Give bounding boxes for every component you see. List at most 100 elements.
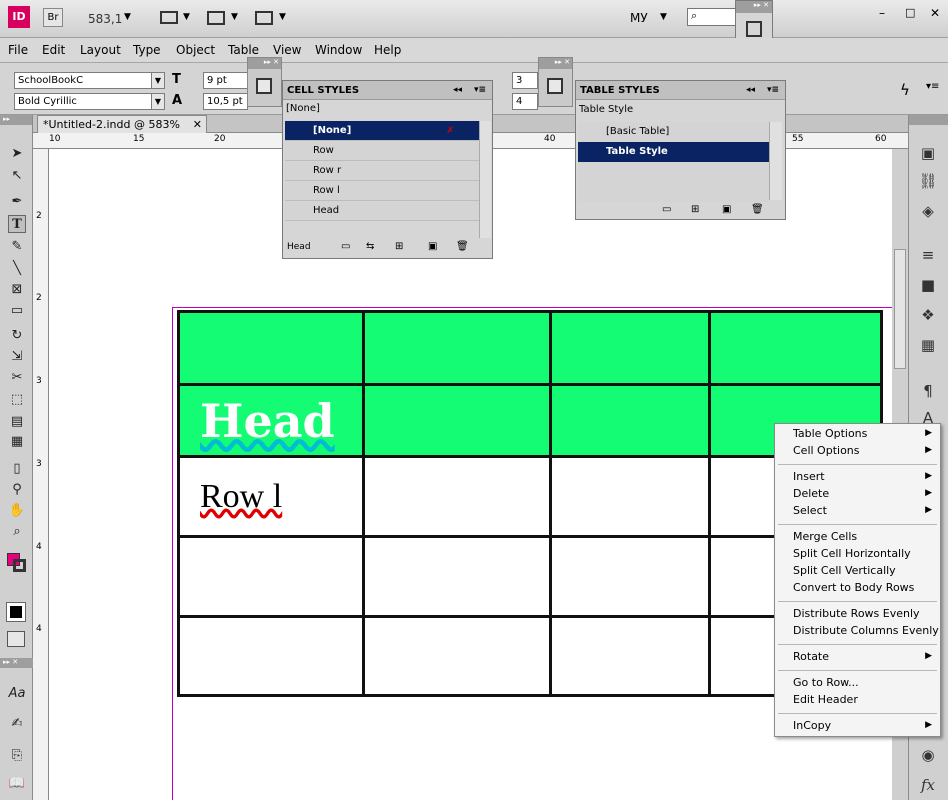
cell-style-item[interactable]: Row r xyxy=(285,161,479,181)
table-cell[interactable] xyxy=(549,310,711,386)
control-panel-menu-icon[interactable]: ▾≡ xyxy=(926,81,939,92)
font-style-dropdown-icon[interactable]: ▼ xyxy=(151,93,165,110)
table-cell[interactable] xyxy=(362,615,552,697)
table-cell[interactable] xyxy=(549,383,711,458)
scale-tool-icon[interactable]: ⇲ xyxy=(8,348,26,366)
menu-help[interactable]: Help xyxy=(374,43,401,57)
menu-item-convert-body-rows[interactable]: Convert to Body Rows xyxy=(775,579,940,596)
menu-item-select[interactable]: Select ▶ xyxy=(775,502,940,519)
menu-window[interactable]: Window xyxy=(315,43,362,57)
zoom-level[interactable]: 583,1 xyxy=(88,12,122,26)
menu-item-cell-options[interactable]: Cell Options ▶ xyxy=(775,442,940,459)
library-icon[interactable]: ⎘ xyxy=(8,747,26,765)
cell-styles-scrollbar[interactable] xyxy=(479,121,491,238)
table-styles-menu-icon[interactable]: ▾≡ xyxy=(767,81,779,100)
menu-object[interactable]: Object xyxy=(176,43,215,57)
table-columns-field[interactable]: 4 xyxy=(512,93,538,110)
table-cell[interactable] xyxy=(177,535,365,618)
delete-style-icon[interactable]: 🗑 xyxy=(751,204,764,215)
table-header-cell[interactable]: Head xyxy=(177,383,365,458)
quick-apply-icon[interactable]: ϟ xyxy=(900,81,910,99)
hand-tool-icon[interactable]: ✋ xyxy=(8,502,26,520)
clear-overrides-icon[interactable]: ⊞ xyxy=(691,204,699,215)
effects-icon[interactable]: ◉ xyxy=(918,745,938,765)
function-icon[interactable]: fx xyxy=(918,775,938,795)
table-cell[interactable] xyxy=(549,615,711,697)
table-cell[interactable] xyxy=(177,310,365,386)
cell-style-item[interactable]: Row l xyxy=(285,181,479,201)
line-tool-icon[interactable]: ╲ xyxy=(8,260,26,278)
workspace-dropdown-icon[interactable]: ▼ xyxy=(660,12,667,22)
close-icon[interactable]: ✕ xyxy=(930,6,940,20)
document-tab[interactable]: *Untitled-2.indd @ 583% ✕ xyxy=(37,115,207,133)
maximize-icon[interactable]: □ xyxy=(905,6,915,19)
paragraph-styles-icon[interactable]: ¶ xyxy=(918,381,938,401)
cell-style-item[interactable]: Head xyxy=(285,201,479,221)
table-cell[interactable] xyxy=(708,310,883,386)
clear-overrides-icon[interactable]: ⊞ xyxy=(395,241,403,252)
free-transform-tool-icon[interactable]: ⬚ xyxy=(8,391,26,409)
table-styles-collapsed-header[interactable]: ▸▸ ✕ xyxy=(539,58,572,69)
menu-item-split-horizontally[interactable]: Split Cell Horizontally xyxy=(775,545,940,562)
menu-edit[interactable]: Edit xyxy=(42,43,65,57)
cell-styles-menu-icon[interactable]: ▾≡ xyxy=(474,81,486,100)
leading-field[interactable]: 10,5 pt xyxy=(203,93,248,110)
direct-selection-tool-icon[interactable]: ↖ xyxy=(8,167,26,185)
cell-styles-list[interactable]: [None] ✗ Row Row r Row l Head xyxy=(285,121,479,221)
pages-icon[interactable]: ▣ xyxy=(918,143,938,163)
font-family-dropdown-icon[interactable]: ▼ xyxy=(151,72,165,89)
tools-panel-header[interactable]: ▸▸ xyxy=(0,115,32,125)
grid-icon[interactable]: ▦ xyxy=(918,335,938,355)
gradient-feather-tool-icon[interactable]: ▦ xyxy=(8,433,26,451)
menu-view[interactable]: View xyxy=(273,43,301,57)
menu-item-go-to-row[interactable]: Go to Row... xyxy=(775,674,940,691)
font-size-field[interactable]: 9 pt xyxy=(203,72,248,89)
delete-style-icon[interactable]: 🗑 xyxy=(456,241,469,252)
right-dock-header[interactable] xyxy=(909,115,948,125)
swatches-icon[interactable]: ❖ xyxy=(918,305,938,325)
gradient-tool-icon[interactable]: ▤ xyxy=(8,413,26,431)
table-rows-field[interactable]: 3 xyxy=(512,72,538,89)
cell-style-item[interactable]: [None] ✗ xyxy=(285,121,479,141)
menu-item-delete[interactable]: Delete ▶ xyxy=(775,485,940,502)
zoom-dropdown-icon[interactable]: ▼ xyxy=(124,12,131,22)
scissors-tool-icon[interactable]: ✂ xyxy=(8,369,26,387)
table-styles-scrollbar[interactable] xyxy=(769,122,782,200)
arrange-dropdown-icon[interactable]: ▼ xyxy=(279,12,286,22)
menu-item-split-vertically[interactable]: Split Cell Vertically xyxy=(775,562,940,579)
view-options-icon[interactable] xyxy=(160,11,178,24)
table-cell[interactable] xyxy=(362,383,552,458)
eyedropper-tool-icon[interactable]: ⚲ xyxy=(8,481,26,499)
load-styles-icon[interactable]: ⇆ xyxy=(366,241,374,252)
table-styles-collapse-icon[interactable]: ◂◂ xyxy=(746,81,755,100)
menu-item-incopy[interactable]: InCopy ▶ xyxy=(775,717,940,734)
screen-mode-icon[interactable] xyxy=(7,631,25,647)
note-tool-icon[interactable]: ▯ xyxy=(8,460,26,478)
screen-mode-dropdown-icon[interactable]: ▼ xyxy=(231,12,238,22)
cell-styles-collapsed-panel[interactable]: ▸▸ ✕ xyxy=(247,57,282,107)
floating-panel-header[interactable]: ▸▸ ✕ xyxy=(736,1,772,13)
new-group-icon[interactable]: ▭ xyxy=(341,241,350,252)
menu-table[interactable]: Table xyxy=(228,43,259,57)
minimize-icon[interactable]: – xyxy=(879,6,885,20)
table-cell[interactable] xyxy=(362,455,552,538)
selection-tool-icon[interactable]: ➤ xyxy=(8,145,26,163)
vertical-ruler[interactable]: 2 2 3 3 4 4 xyxy=(33,149,49,800)
font-family-field[interactable]: SchoolBookC xyxy=(14,72,152,89)
table-cell[interactable] xyxy=(549,535,711,618)
menu-item-edit-header[interactable]: Edit Header xyxy=(775,691,940,708)
new-group-icon[interactable]: ▭ xyxy=(662,204,671,215)
view-options-dropdown-icon[interactable]: ▼ xyxy=(183,12,190,22)
color-icon[interactable]: ■ xyxy=(918,275,938,295)
font-style-field[interactable]: Bold Cyrillic xyxy=(14,93,152,110)
table-styles-collapsed-panel[interactable]: ▸▸ ✕ xyxy=(538,57,573,107)
menu-file[interactable]: File xyxy=(8,43,28,57)
pencil-tool-icon[interactable]: ✎ xyxy=(8,238,26,256)
menu-item-distribute-columns[interactable]: Distribute Columns Evenly xyxy=(775,622,940,639)
cell-styles-collapsed-header[interactable]: ▸▸ ✕ xyxy=(248,58,281,69)
cell-styles-collapse-icon[interactable]: ◂◂ xyxy=(453,81,462,100)
vertical-scrollbar-thumb[interactable] xyxy=(894,249,906,369)
character-styles-icon[interactable]: Aa xyxy=(8,685,26,703)
cell-styles-panel-header[interactable]: CELL STYLES ◂◂ ▾≡ xyxy=(283,81,492,100)
links-icon[interactable]: ⛓ xyxy=(918,171,938,191)
